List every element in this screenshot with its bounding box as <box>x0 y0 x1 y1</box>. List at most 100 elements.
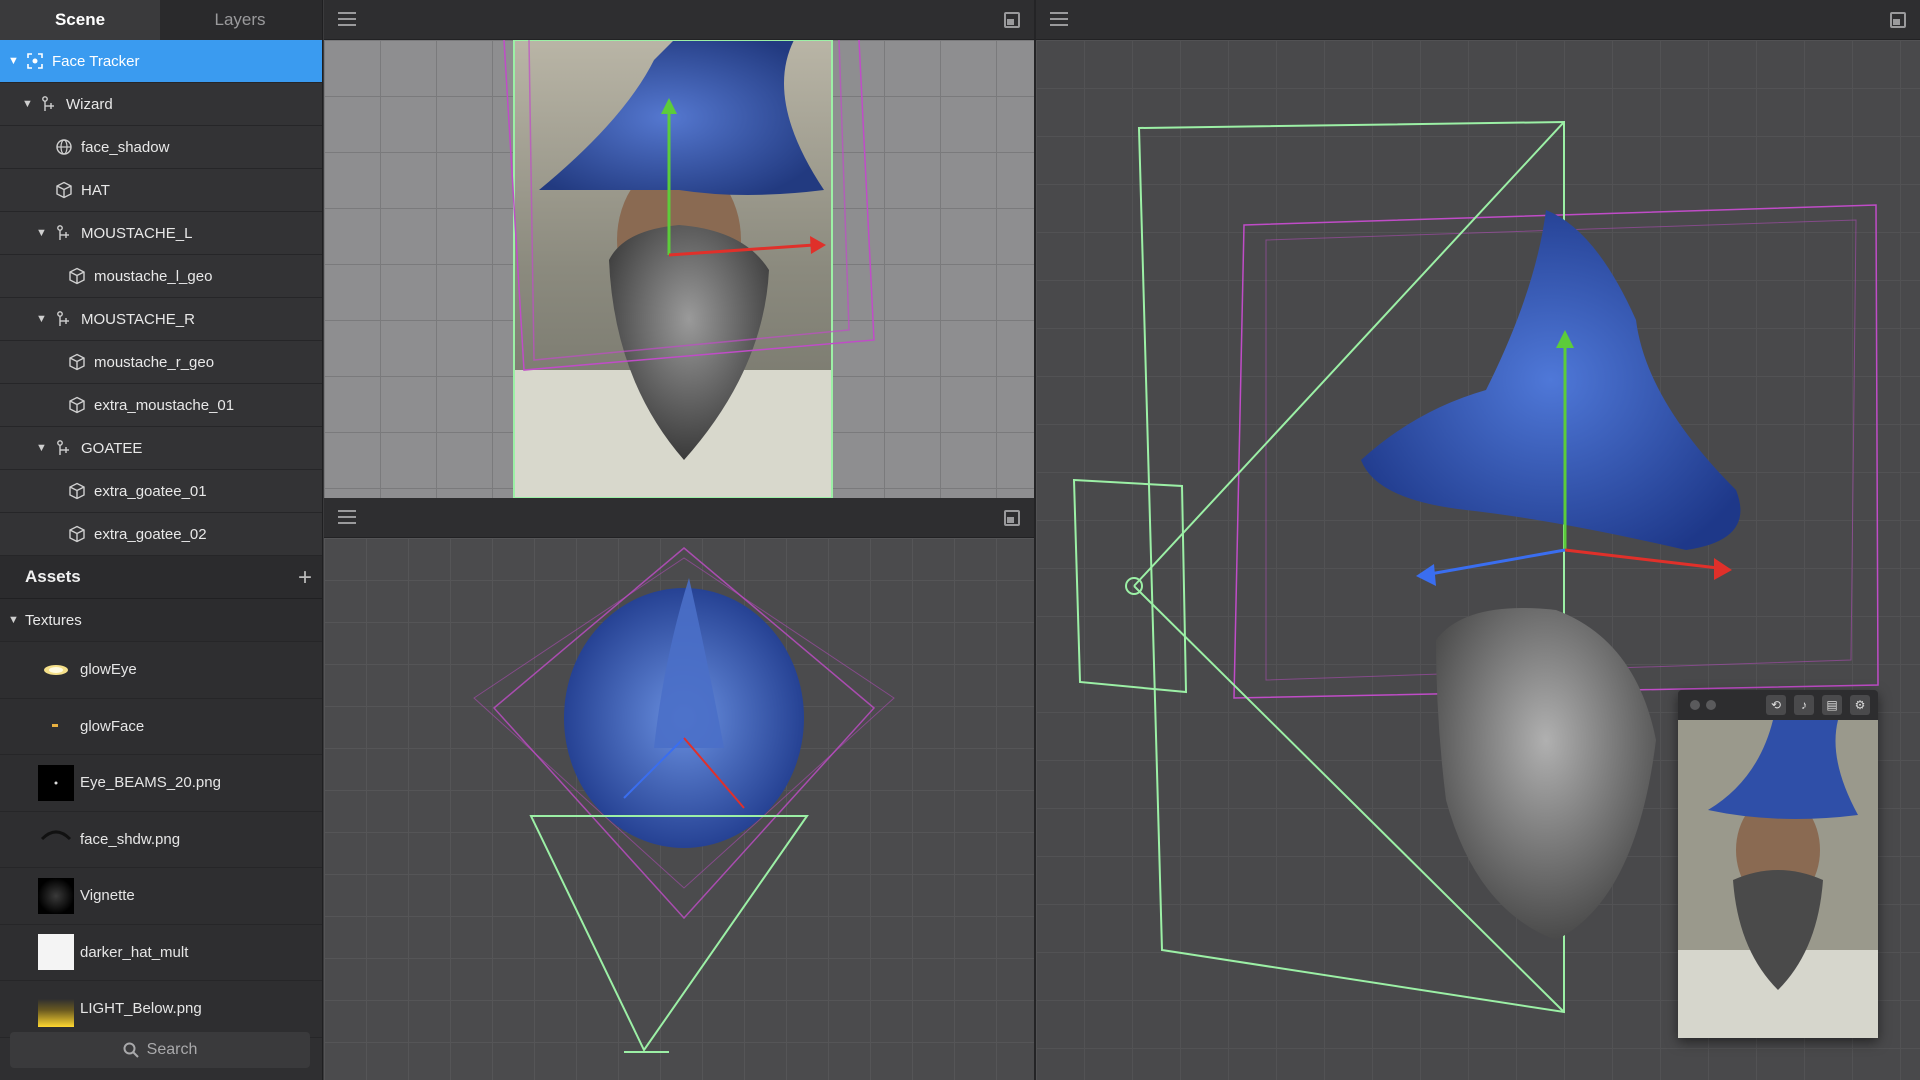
viewport-right-header <box>1036 0 1920 40</box>
cube-icon <box>68 525 86 543</box>
perspective-viewport[interactable]: ⟲ ♪ ▤ ⚙ <box>1036 40 1920 1080</box>
scene-tree-item-label: moustache_r_geo <box>94 353 215 371</box>
scene-tree-item-label: moustache_l_geo <box>94 267 213 285</box>
settings-icon[interactable]: ⚙ <box>1850 695 1870 715</box>
search-label: Search <box>146 1041 198 1058</box>
assets-header: Assets + <box>0 556 322 599</box>
scene-tree-item[interactable]: extra_goatee_02 <box>0 513 322 556</box>
preview-render <box>1678 720 1878 1038</box>
top-viewport-canvas <box>473 547 895 1053</box>
rotate-icon[interactable]: ⟲ <box>1766 695 1786 715</box>
texture-item[interactable]: LIGHT_Below.png <box>0 981 322 1038</box>
chevron-down-icon[interactable]: ▼ <box>8 614 19 626</box>
null-object-icon <box>55 439 73 457</box>
scene-tree-item-label: MOUSTACHE_R <box>81 310 195 328</box>
texture-item[interactable]: Eye_BEAMS_20.png <box>0 755 322 812</box>
texture-thumbnail <box>38 652 74 688</box>
scene-tree-item-label: extra_goatee_02 <box>94 525 207 543</box>
search-input[interactable]: Search <box>10 1032 310 1068</box>
audio-icon[interactable]: ♪ <box>1794 695 1814 715</box>
globe-icon <box>55 138 73 156</box>
preview-toolbar: ⟲ ♪ ▤ ⚙ <box>1678 690 1878 720</box>
texture-thumbnail <box>38 877 74 914</box>
assets-title: Assets <box>25 567 81 586</box>
scene-tree-item[interactable]: ▼ MOUSTACHE_R <box>0 298 322 341</box>
scene-tree-item[interactable]: extra_moustache_01 <box>0 384 322 427</box>
scene-tree: ▼ Face Tracker ▼ Wizard face_shadow HAT ▼ MOUST… <box>0 40 322 556</box>
menu-icon[interactable] <box>338 510 356 524</box>
texture-label: face_shdw.png <box>80 830 181 848</box>
chevron-down-icon[interactable]: ▼ <box>36 227 47 239</box>
preview-window[interactable]: ⟲ ♪ ▤ ⚙ <box>1678 690 1878 1038</box>
scene-tree-item[interactable]: ▼ GOATEE <box>0 427 322 470</box>
scene-tree-item-label: MOUSTACHE_L <box>81 224 193 242</box>
layout-icon[interactable]: ▤ <box>1822 695 1842 715</box>
tab-layers[interactable]: Layers <box>160 0 320 40</box>
scene-tree-item[interactable]: face_shadow <box>0 126 322 169</box>
chevron-down-icon[interactable]: ▼ <box>36 442 47 454</box>
window-dot[interactable] <box>1706 700 1716 710</box>
cube-icon <box>68 482 86 500</box>
camera-viewport-canvas <box>503 40 875 498</box>
texture-label: darker_hat_mult <box>80 943 189 961</box>
scene-tree-item[interactable]: moustache_l_geo <box>0 255 322 298</box>
texture-label: Eye_BEAMS_20.png <box>80 774 221 792</box>
scene-tree-item-label: face_shadow <box>81 138 170 156</box>
maximize-icon[interactable] <box>1004 12 1020 28</box>
textures-group-label: Textures <box>25 611 82 629</box>
texture-item[interactable]: glowFace <box>0 698 322 755</box>
scene-tree-item-label: Wizard <box>66 95 113 113</box>
texture-thumbnail <box>38 708 74 744</box>
scene-tree-item[interactable]: ▼ Face Tracker <box>0 40 322 83</box>
scene-panel: Scene Layers ▼ Face Tracker ▼ Wizard face_sh… <box>0 0 323 1080</box>
maximize-icon[interactable] <box>1890 12 1906 28</box>
texture-label: glowFace <box>80 717 145 735</box>
cube-icon <box>55 181 73 199</box>
scene-tree-item[interactable]: extra_goatee_01 <box>0 470 322 513</box>
window-dot[interactable] <box>1690 700 1700 710</box>
camera-viewport[interactable] <box>324 40 1034 498</box>
plus-icon[interactable]: + <box>298 564 312 592</box>
menu-icon[interactable] <box>338 12 356 26</box>
texture-item[interactable]: darker_hat_mult <box>0 924 322 981</box>
chevron-down-icon[interactable]: ▼ <box>8 55 19 67</box>
scene-tree-item-label: extra_moustache_01 <box>94 396 235 414</box>
texture-item[interactable]: glowEye <box>0 642 322 699</box>
viewport-top-header <box>324 0 1034 40</box>
tab-scene[interactable]: Scene <box>0 0 160 40</box>
scene-tree-item-label: Face Tracker <box>52 52 140 70</box>
hat-model-3d <box>1361 210 1741 550</box>
menu-icon[interactable] <box>1050 12 1068 26</box>
maximize-icon[interactable] <box>1004 510 1020 526</box>
texture-label: LIGHT_Below.png <box>80 1000 202 1018</box>
null-object-icon <box>55 224 73 242</box>
cube-icon <box>68 396 86 414</box>
scene-tree-item[interactable]: HAT <box>0 169 322 212</box>
scene-tree-item[interactable]: ▼ Wizard <box>0 83 322 126</box>
cube-icon <box>68 267 86 285</box>
texture-list: glowEye glowFace Eye_BEAMS_20.png face_shdw… <box>0 642 322 1038</box>
texture-item[interactable]: face_shdw.png <box>0 811 322 868</box>
null-object-icon <box>55 310 73 328</box>
panel-tabs: Scene Layers <box>0 0 322 40</box>
texture-label: Vignette <box>80 887 135 905</box>
texture-item[interactable]: Vignette <box>0 868 322 925</box>
null-object-icon <box>40 95 58 113</box>
face-tracker-icon <box>26 52 44 70</box>
chevron-down-icon[interactable]: ▼ <box>22 98 33 110</box>
scene-tree-item[interactable]: ▼ MOUSTACHE_L <box>0 212 322 255</box>
cube-icon <box>68 353 86 371</box>
scene-tree-item-label: HAT <box>81 181 110 199</box>
scene-tree-item-label: GOATEE <box>81 439 143 457</box>
top-viewport[interactable] <box>324 538 1034 1080</box>
beard-model-3d <box>1436 608 1656 940</box>
chevron-down-icon[interactable]: ▼ <box>36 313 47 325</box>
texture-thumbnail <box>38 764 74 801</box>
textures-group[interactable]: ▼ Textures <box>0 599 322 642</box>
scene-tree-item[interactable]: moustache_r_geo <box>0 341 322 384</box>
texture-label: glowEye <box>80 661 137 679</box>
search-icon <box>123 1042 139 1058</box>
texture-thumbnail <box>38 934 74 971</box>
viewport-bottom-header <box>324 498 1034 538</box>
texture-thumbnail <box>38 991 74 1027</box>
